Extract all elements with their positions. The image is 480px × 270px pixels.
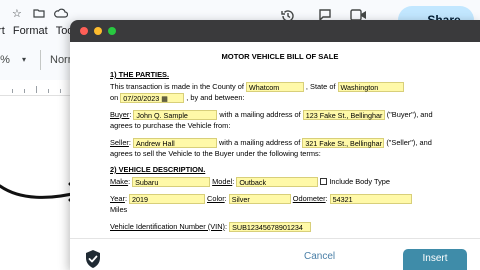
- miles-label: Miles: [110, 204, 128, 214]
- maximize-window-button[interactable]: [108, 27, 116, 35]
- calendar-icon[interactable]: ▦: [161, 96, 168, 103]
- zoom-select[interactable]: 0%: [0, 54, 10, 66]
- model-field[interactable]: Outback: [236, 176, 319, 187]
- section-parties-heading: 1) THE PARTIES.: [110, 70, 169, 79]
- buyer-label: Buyer: [110, 109, 130, 119]
- buyer-address-field[interactable]: 123 Fake St., Bellinghar: [302, 109, 385, 120]
- include-body-type-label: Include Body Type: [329, 176, 391, 186]
- menu-format[interactable]: Format: [13, 25, 48, 37]
- state-field[interactable]: Washington: [337, 81, 404, 92]
- model-label: Model: [212, 176, 233, 186]
- close-window-button[interactable]: [80, 27, 88, 35]
- on-text: on: [110, 92, 119, 102]
- odometer-label: Odometer: [292, 193, 326, 203]
- color-label: Color: [207, 193, 225, 203]
- chevron-down-icon[interactable]: ▾: [22, 54, 26, 66]
- menu-insert[interactable]: ert: [0, 25, 5, 37]
- cancel-button[interactable]: Cancel: [304, 251, 335, 262]
- seller-name-field[interactable]: Andrew Hall: [132, 137, 217, 148]
- shield-check-icon: [84, 249, 102, 270]
- pdf-preview-window: MOTOR VEHICLE BILL OF SALE 1) THE PARTIE…: [70, 20, 480, 270]
- bill-of-sale-document: MOTOR VEHICLE BILL OF SALE 1) THE PARTIE…: [110, 52, 450, 232]
- document-title: MOTOR VEHICLE BILL OF SALE: [221, 52, 339, 61]
- seller-line2: agrees to sell the Vehicle to the Buyer …: [110, 148, 321, 158]
- vin-field[interactable]: SUB12345678901234: [229, 221, 312, 232]
- ruler: [0, 80, 72, 96]
- buyer-post-text: ("Buyer"), and: [386, 109, 433, 119]
- seller-label: Seller: [110, 137, 129, 147]
- make-field[interactable]: Subaru: [132, 176, 211, 187]
- seller-address-field[interactable]: 321 Fake St., Bellinghar: [302, 137, 385, 148]
- buyer-line2: agrees to purchase the Vehicle from:: [110, 120, 231, 130]
- toolbar-divider: [40, 50, 41, 70]
- minimize-window-button[interactable]: [94, 27, 102, 35]
- star-icon[interactable]: ☆: [12, 8, 22, 20]
- date-post-text: , by and between:: [186, 92, 245, 102]
- county-text: This transaction is made in the County o…: [110, 81, 244, 91]
- seller-post-text: ("Seller"), and: [386, 137, 432, 147]
- include-body-type-checkbox[interactable]: [320, 178, 328, 185]
- action-bar: Cancel Insert: [70, 238, 480, 270]
- folder-icon[interactable]: [33, 8, 45, 21]
- insert-label: Insert: [422, 253, 448, 264]
- odometer-field[interactable]: 54321: [329, 193, 412, 204]
- date-field[interactable]: 07/20/2023 ▦: [120, 92, 185, 103]
- buyer-name-field[interactable]: John Q. Sample: [133, 109, 218, 120]
- buyer-mid-text: with a mailing address of: [219, 109, 301, 119]
- vin-label: Vehicle Identification Number (VIN): [110, 221, 226, 231]
- section-vehicle-heading: 2) VEHICLE DESCRIPTION.: [110, 165, 206, 174]
- color-field[interactable]: Silver: [228, 193, 291, 204]
- insert-button[interactable]: Insert: [403, 249, 467, 270]
- year-label: Year: [110, 193, 125, 203]
- year-field[interactable]: 2019: [129, 193, 205, 204]
- seller-mid-text: with a mailing address of: [218, 137, 301, 147]
- make-label: Make: [110, 176, 129, 186]
- cloud-icon[interactable]: [54, 8, 69, 21]
- county-field[interactable]: Whatcom: [245, 81, 304, 92]
- state-text: , State of: [305, 81, 336, 91]
- date-value: 07/20/2023: [123, 93, 160, 103]
- window-titlebar: [70, 20, 480, 42]
